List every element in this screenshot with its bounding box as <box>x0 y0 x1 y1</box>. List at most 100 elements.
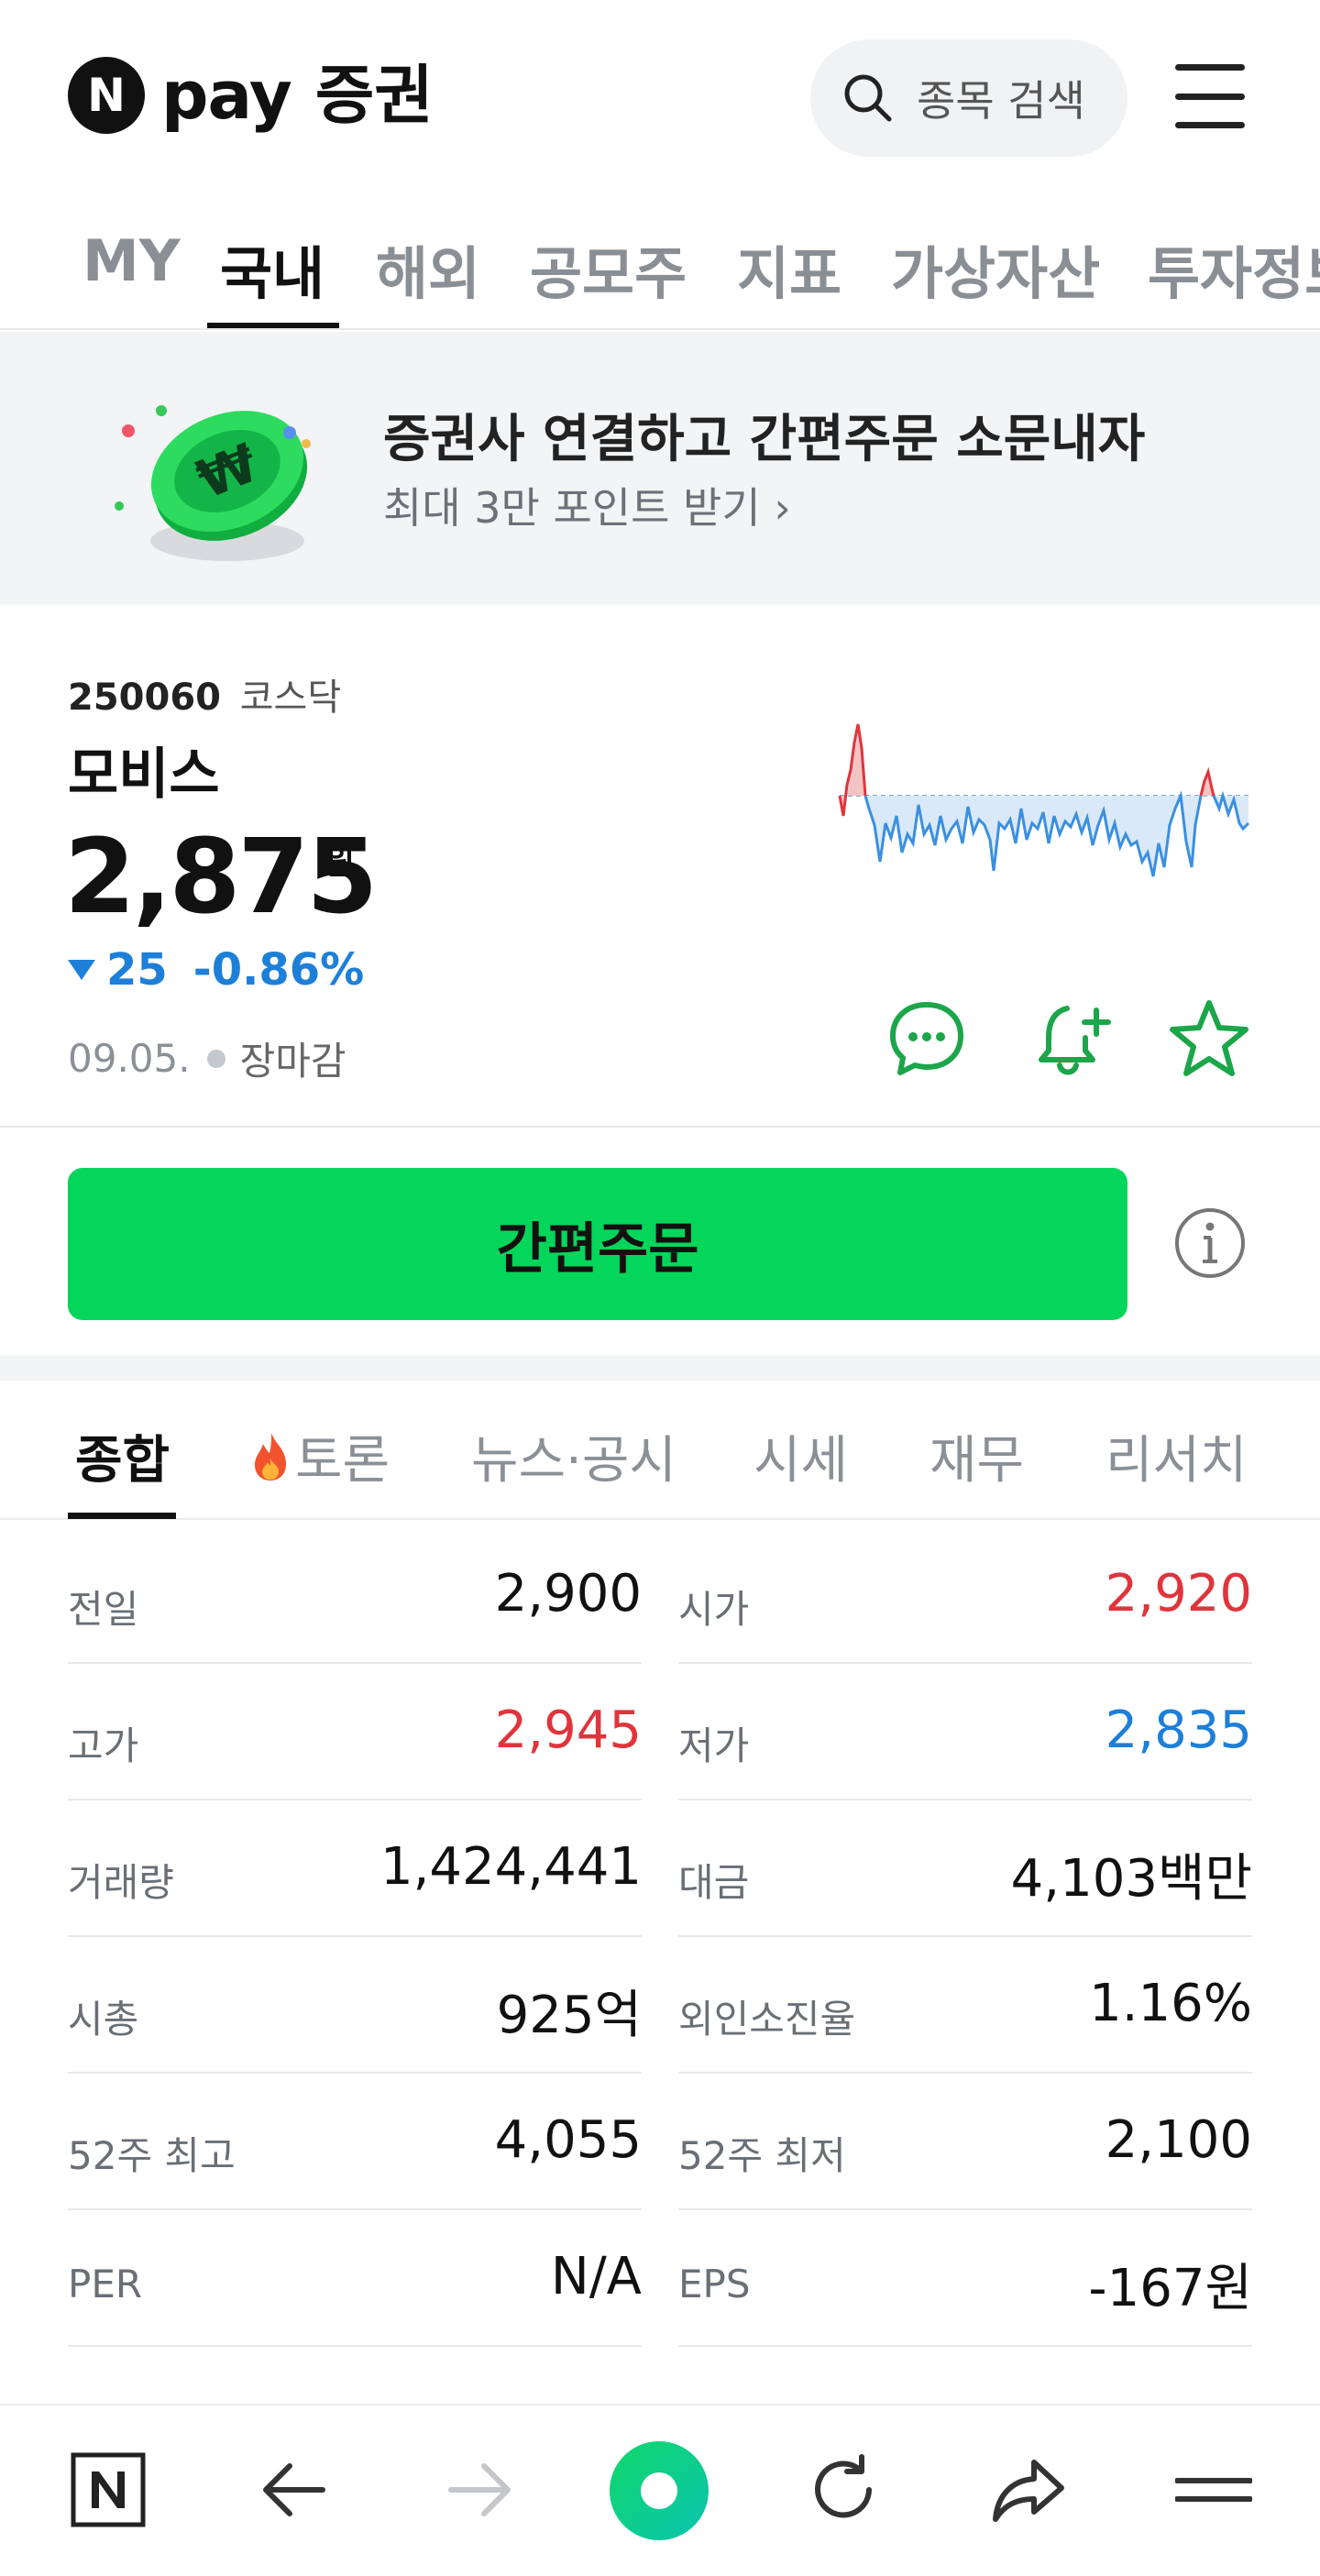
down-triangle-icon <box>68 960 95 980</box>
summary-cell: EPS -167원 <box>678 2210 1252 2347</box>
tab-research[interactable]: 리서치 <box>1106 1419 1248 1493</box>
summary-value: 2,100 <box>1105 2110 1252 2170</box>
table-row: 52주 최고 4,055 52주 최저 2,100 <box>68 2074 1252 2210</box>
trade-date: 09.05. <box>68 1036 191 1081</box>
tab-domestic[interactable]: 국내 <box>220 227 324 310</box>
summary-value: 925억 <box>496 1986 642 2045</box>
refresh-button[interactable] <box>799 2446 887 2534</box>
logo-pay-text: pay <box>161 57 292 134</box>
summary-label: 저가 <box>678 1723 750 1768</box>
favorite-star-icon[interactable] <box>1168 997 1250 1080</box>
browser-menu-button[interactable] <box>1170 2446 1258 2534</box>
fire-icon <box>255 1432 286 1481</box>
market-status: 09.05. 장마감 <box>68 1030 346 1086</box>
n-logo-icon: N <box>68 57 145 134</box>
summary-label: 거래량 <box>68 1860 174 1905</box>
back-button[interactable] <box>251 2446 339 2534</box>
stock-name: 모비스 <box>68 743 220 807</box>
tab-financials[interactable]: 재무 <box>930 1419 1024 1493</box>
tab-discussion-label: 토론 <box>295 1431 390 1491</box>
tab-investment-info[interactable]: 투자정보 <box>1148 227 1320 310</box>
summary-label: 52주 최저 <box>678 2133 846 2178</box>
summary-value: 1.16% <box>1089 1974 1252 2033</box>
banner-subtitle: 최대 3만 포인트 받기 › <box>383 483 791 533</box>
market-closed-label: 장마감 <box>239 1039 346 1084</box>
summary-cell: 거래량 1,424,441 <box>68 1800 642 1937</box>
discussion-chat-icon[interactable] <box>886 997 968 1080</box>
summary-value: 4,055 <box>494 2110 642 2170</box>
price-alert-bell-icon[interactable] <box>1032 997 1115 1080</box>
tab-news-label: 뉴스·공시 <box>471 1431 676 1491</box>
summary-cell: 고가 2,945 <box>68 1664 642 1800</box>
search-placeholder: 종목 검색 <box>917 76 1085 126</box>
tab-overseas[interactable]: 해외 <box>376 227 480 310</box>
summary-cell: 52주 최고 4,055 <box>68 2074 642 2210</box>
tab-quotes-label: 시세 <box>754 1431 849 1491</box>
change-percent: -0.86% <box>192 944 365 996</box>
menu-lines-icon <box>1175 2478 1252 2502</box>
refresh-icon <box>815 2454 872 2518</box>
summary-value: 2,945 <box>494 1701 642 1760</box>
won-coin-icon: ₩ <box>115 405 311 561</box>
summary-label: 시총 <box>68 1997 139 2042</box>
table-row: 고가 2,945 저가 2,835 <box>68 1664 1252 1800</box>
tab-my[interactable]: MY <box>82 227 181 294</box>
naver-n-icon <box>71 2452 146 2527</box>
share-button[interactable] <box>984 2446 1072 2534</box>
summary-cell: 시총 925억 <box>68 1937 642 2074</box>
intraday-mini-chart[interactable] <box>838 706 1250 926</box>
tab-crypto[interactable]: 가상자산 <box>891 227 1100 310</box>
section-divider <box>0 1126 1320 1128</box>
arrow-right-icon <box>448 2463 511 2516</box>
summary-label: 고가 <box>68 1723 139 1768</box>
promo-banner[interactable]: ₩ 증권사 연결하고 간편주문 소문내자 최대 3만 포인트 받기 › <box>0 332 1320 605</box>
tab-indicators[interactable]: 지표 <box>737 227 842 310</box>
section-separator <box>0 1355 1320 1381</box>
green-dot-icon <box>610 2441 709 2540</box>
table-row: 거래량 1,424,441 대금 4,103백만 <box>68 1800 1252 1937</box>
search-icon <box>844 74 892 122</box>
summary-value: N/A <box>550 2247 642 2306</box>
tab-financials-label: 재무 <box>930 1431 1025 1491</box>
summary-label: 시가 <box>678 1587 750 1632</box>
summary-label: 대금 <box>678 1860 750 1905</box>
summary-value: 1,424,441 <box>380 1837 642 1897</box>
green-dot-home-button[interactable] <box>600 2431 719 2550</box>
stock-search-button[interactable]: 종목 검색 <box>810 39 1128 157</box>
tab-discussion[interactable]: 토론 <box>249 1419 390 1493</box>
naver-home-button[interactable] <box>64 2446 152 2534</box>
active-tab-indicator <box>207 323 339 328</box>
summary-cell: 대금 4,103백만 <box>678 1800 1252 1937</box>
table-row: 전일 2,900 시가 2,920 <box>68 1527 1252 1664</box>
price-change: 25 -0.86% <box>68 944 364 996</box>
tab-ipo[interactable]: 공모주 <box>530 227 687 310</box>
summary-cell: 52주 최저 2,100 <box>678 2074 1252 2210</box>
info-icon[interactable] <box>1173 1206 1247 1280</box>
change-amount: 25 <box>106 944 168 996</box>
stock-market: 코스닥 <box>239 677 342 719</box>
summary-value: 2,835 <box>1105 1701 1252 1760</box>
summary-label: PER <box>68 2262 143 2306</box>
app-header: N pay 증권 종목 검색 <box>0 0 1320 197</box>
summary-cell: 시가 2,920 <box>678 1527 1252 1664</box>
summary-cell: 외인소진율 1.16% <box>678 1937 1252 2074</box>
price-unit: 원 <box>324 844 356 882</box>
status-dot-icon <box>206 1049 226 1068</box>
stock-summary-table: 전일 2,900 시가 2,920 고가 2,945 저가 2,835 거래량 1,424… <box>68 1527 1252 2347</box>
tab-overview[interactable]: 종합 <box>75 1419 170 1493</box>
npay-securities-logo[interactable]: N pay 증권 <box>68 57 434 134</box>
summary-label: 52주 최고 <box>68 2133 236 2178</box>
stock-code-line: 250060 코스닥 <box>68 667 341 721</box>
menu-icon[interactable] <box>1175 64 1245 128</box>
logo-service-text: 증권 <box>314 58 434 133</box>
summary-value: -167원 <box>1088 2259 1252 2318</box>
share-icon <box>993 2460 1064 2522</box>
quick-order-button[interactable]: 간편주문 <box>68 1168 1128 1320</box>
tab-news[interactable]: 뉴스·공시 <box>471 1419 676 1493</box>
forward-button[interactable] <box>434 2446 522 2534</box>
summary-value: 2,920 <box>1105 1564 1252 1624</box>
banner-title: 증권사 연결하고 간편주문 소문내자 <box>383 410 1146 469</box>
arrow-left-icon <box>263 2463 325 2516</box>
tab-overview-label: 종합 <box>75 1431 170 1491</box>
tab-quotes[interactable]: 시세 <box>754 1419 848 1493</box>
